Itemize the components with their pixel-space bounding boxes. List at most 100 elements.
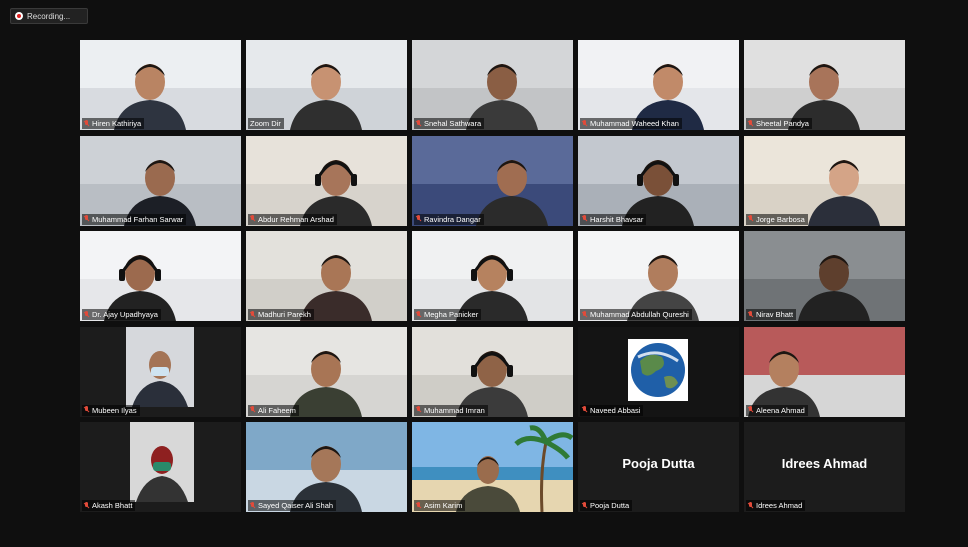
participant-name: Muhammad Waheed Khan [590, 119, 679, 128]
participant-tile[interactable]: Harshit Bhavsar [578, 135, 739, 226]
participant-name-label: Muhammad Imran [414, 404, 488, 416]
participant-name: Zoom Dir [250, 119, 281, 128]
participant-tile[interactable]: Mubeen Ilyas [80, 326, 241, 417]
participant-name: Pooja Dutta [590, 501, 630, 510]
participant-name: Mubeen Ilyas [92, 405, 137, 415]
participant-tile[interactable]: Hiren Kathiriya [80, 40, 241, 130]
participant-name-label: Asim Karim [414, 500, 466, 511]
participant-name-label: Dr. Ajay Upadhyaya [82, 309, 161, 320]
participant-name-label: Mubeen Ilyas [82, 404, 140, 416]
participant-name: Muhammad Imran [424, 405, 485, 415]
participant-name: Aleena Ahmad [756, 405, 805, 415]
participant-name: Sayed Qaiser Ali Shah [258, 501, 334, 510]
participant-name: Harshit Bhavsar [590, 214, 644, 224]
participant-tile[interactable]: Pooja Dutta Pooja Dutta [578, 422, 739, 512]
participant-tile[interactable]: Muhammad Waheed Khan [578, 40, 739, 130]
participant-name-label: Madhuri Parekh [248, 309, 314, 320]
mic-muted-icon [84, 119, 89, 128]
mic-muted-icon [582, 501, 587, 510]
participant-name-label: Idrees Ahmad [746, 500, 806, 511]
participant-name: Asim Karim [424, 501, 463, 510]
participant-name-label: Muhammad Waheed Khan [580, 118, 682, 129]
participant-tile[interactable]: Ali Faheem [246, 326, 407, 417]
recording-indicator[interactable]: Recording... [10, 8, 88, 24]
participant-name-label: Akash Bhatt [82, 500, 136, 511]
participant-tile[interactable]: Nirav Bhatt [744, 231, 905, 321]
participant-tile[interactable]: Akash Bhatt [80, 422, 241, 512]
beach-background [412, 422, 573, 512]
participant-tile[interactable]: Naveed Abbasi [578, 326, 739, 417]
participant-name-label: Harshit Bhavsar [580, 213, 647, 225]
participant-tile[interactable]: Aleena Ahmad [744, 326, 905, 417]
mic-muted-icon [84, 215, 89, 223]
participant-name-label: Megha Panicker [414, 309, 482, 320]
participant-tile[interactable]: Jorge Barbosa [744, 135, 905, 226]
participant-name: Ali Faheem [258, 405, 296, 415]
participant-tile[interactable]: Muhammad Abdullah Qureshi [578, 231, 739, 321]
mic-muted-icon [250, 215, 255, 223]
participant-name-label: Ravindra Dangar [414, 213, 484, 225]
participant-name: Naveed Abbasi [590, 405, 641, 415]
participant-name-label: Hiren Kathiriya [82, 118, 145, 129]
participant-name: Hiren Kathiriya [92, 119, 142, 128]
mic-muted-icon [748, 310, 753, 319]
participant-name: Sheetal Pandya [756, 119, 809, 128]
participant-display-name: Idrees Ahmad [781, 456, 868, 471]
mic-muted-icon [84, 406, 89, 414]
mic-muted-icon [416, 119, 421, 128]
participant-name: Nirav Bhatt [756, 310, 794, 319]
participant-tile[interactable]: Sheetal Pandya [744, 40, 905, 130]
participant-name-label: Muhammad Farhan Sarwar [82, 213, 187, 225]
participant-tile[interactable]: Zoom Dir [246, 40, 407, 130]
participant-tile[interactable]: Madhuri Parekh [246, 231, 407, 321]
participant-name: Madhuri Parekh [258, 310, 311, 319]
mic-muted-icon [84, 501, 89, 510]
gallery-grid: Hiren Kathiriya Zoom Dir Snehal Sathwara [80, 40, 905, 512]
participant-tile[interactable]: Muhammad Farhan Sarwar [80, 135, 241, 226]
participant-display-name: Pooja Dutta [622, 456, 695, 471]
mic-muted-icon [416, 215, 421, 223]
participant-name: Ravindra Dangar [424, 214, 481, 224]
participant-name-label: Naveed Abbasi [580, 404, 644, 416]
participant-tile[interactable]: Ravindra Dangar [412, 135, 573, 226]
participant-tile[interactable]: Dr. Ajay Upadhyaya [80, 231, 241, 321]
participant-tile[interactable]: Muhammad Imran [412, 326, 573, 417]
participant-name-label: Sheetal Pandya [746, 118, 812, 129]
participant-name: Akash Bhatt [92, 501, 133, 510]
participant-tile[interactable]: Asim Karim [412, 422, 573, 512]
participant-tile[interactable]: Idrees Ahmad Idrees Ahmad [744, 422, 905, 512]
mic-muted-icon [416, 406, 421, 414]
participant-name-label: Jorge Barbosa [746, 213, 808, 225]
participant-name-label: Pooja Dutta [580, 500, 633, 511]
mic-muted-icon [582, 215, 587, 223]
record-icon [15, 12, 23, 20]
mic-muted-icon [582, 406, 587, 414]
participant-name-label: Muhammad Abdullah Qureshi [580, 309, 692, 320]
mic-muted-icon [250, 501, 255, 510]
participant-tile[interactable]: Abdur Rehman Arshad [246, 135, 407, 226]
mic-muted-icon [582, 119, 587, 128]
participant-name-label: Nirav Bhatt [746, 309, 797, 320]
mic-muted-icon [748, 215, 753, 223]
participant-name: Abdur Rehman Arshad [258, 214, 334, 224]
participant-name: Muhammad Abdullah Qureshi [590, 310, 689, 319]
participant-name: Dr. Ajay Upadhyaya [92, 310, 158, 319]
participant-name: Megha Panicker [424, 310, 479, 319]
mic-muted-icon [748, 119, 753, 128]
participant-name-label: Ali Faheem [248, 404, 299, 416]
participant-name: Jorge Barbosa [756, 214, 805, 224]
mic-muted-icon [250, 406, 255, 414]
recording-label: Recording... [27, 11, 71, 21]
participant-name-label: Abdur Rehman Arshad [248, 213, 337, 225]
mic-muted-icon [416, 310, 421, 319]
participant-tile[interactable]: Snehal Sathwara [412, 40, 573, 130]
participant-name-label: Zoom Dir [248, 118, 284, 129]
mic-muted-icon [748, 501, 753, 510]
participant-name-label: Sayed Qaiser Ali Shah [248, 500, 337, 511]
globe-image [578, 326, 739, 417]
mic-muted-icon [250, 310, 255, 319]
participant-tile[interactable]: Megha Panicker [412, 231, 573, 321]
participant-tile[interactable]: Sayed Qaiser Ali Shah [246, 422, 407, 512]
mic-muted-icon [416, 501, 421, 510]
participant-name: Idrees Ahmad [756, 501, 803, 510]
